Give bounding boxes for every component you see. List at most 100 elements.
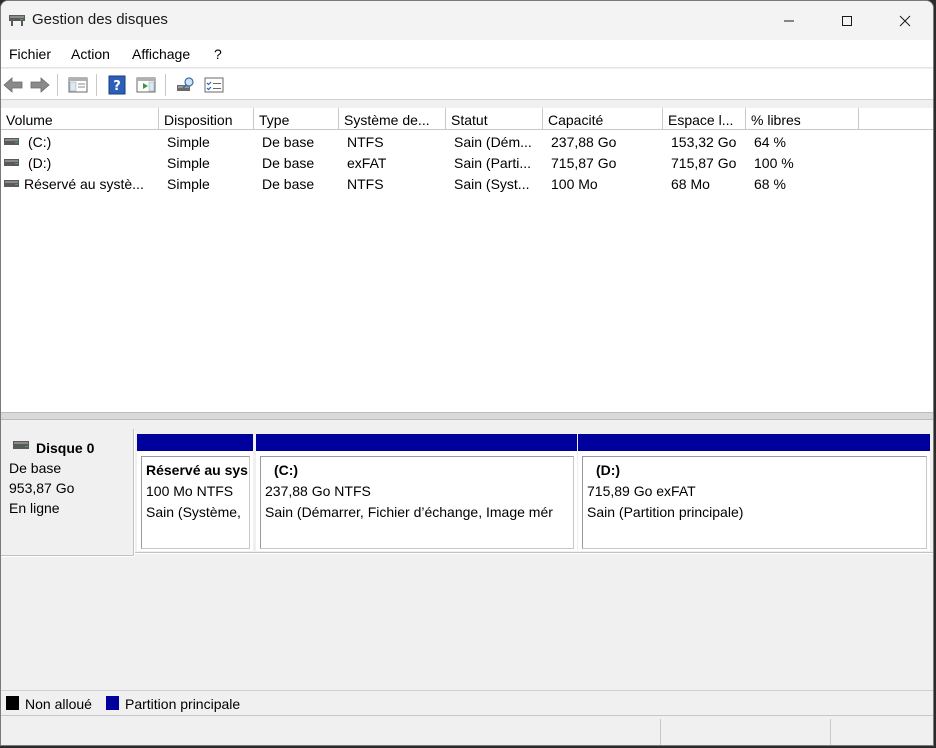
partition-c[interactable]: (C:) 237,88 Go NTFS Sain (Démarrer, Fich… — [256, 434, 577, 551]
partition-name: Réservé au sys — [146, 462, 248, 478]
volume-capacity: 237,88 Go — [551, 134, 617, 150]
partition-size: 237,88 Go NTFS — [265, 483, 371, 499]
disk-label[interactable]: Disque 0 De base 953,87 Go En ligne — [1, 429, 134, 556]
column-header-free-space[interactable]: Espace l... — [663, 108, 746, 130]
volume-name: Réservé au systè... — [24, 176, 144, 192]
rescan-disks-icon[interactable] — [174, 74, 196, 96]
volume-disposition: Simple — [167, 155, 210, 171]
disk-graphical-view: Disque 0 De base 953,87 Go En ligne Rése… — [1, 420, 933, 690]
menu-affichage[interactable]: Affichage — [132, 46, 190, 62]
legend-label-primary: Partition principale — [125, 696, 241, 712]
close-icon — [899, 15, 911, 26]
partition-status: Sain (Partition principale) — [587, 504, 744, 520]
volume-filesystem: exFAT — [347, 155, 387, 171]
column-header-empty — [859, 108, 933, 130]
table-row[interactable]: Réservé au systè... Simple De base NTFS … — [1, 174, 933, 195]
volume-percent-free: 100 % — [754, 155, 794, 171]
disk-icon — [13, 441, 29, 449]
column-header-status[interactable]: Statut — [446, 108, 543, 130]
back-icon[interactable] — [2, 74, 24, 96]
column-header-type[interactable]: Type — [254, 108, 339, 130]
volume-disposition: Simple — [167, 134, 210, 150]
disk-size: 953,87 Go — [9, 480, 75, 496]
partition-bar — [137, 434, 253, 451]
svg-text:?: ? — [113, 79, 121, 94]
volume-type: De base — [262, 155, 315, 171]
partition-name: (D:) — [596, 462, 621, 478]
partition-status: Sain (Démarrer, Fichier d’échange, Image… — [265, 504, 553, 520]
volume-capacity: 100 Mo — [551, 176, 598, 192]
maximize-button[interactable] — [818, 1, 876, 40]
partition-bar — [578, 434, 930, 451]
drive-icon — [4, 180, 19, 187]
partition-details: Réservé au sys 100 Mo NTFS Sain (Système… — [141, 456, 250, 549]
volume-status: Sain (Dém... — [454, 134, 532, 150]
volume-percent-free: 68 % — [754, 176, 786, 192]
partition-d[interactable]: (D:) 715,89 Go exFAT Sain (Partition pri… — [578, 434, 930, 551]
column-header-capacity[interactable]: Capacité — [543, 108, 663, 130]
volume-status: Sain (Syst... — [454, 176, 530, 192]
toolbar-separator — [57, 74, 58, 96]
disk-state: En ligne — [9, 500, 60, 516]
volume-filesystem: NTFS — [347, 176, 384, 192]
column-header-percent-free[interactable]: % libres — [746, 108, 859, 130]
volume-capacity: 715,87 Go — [551, 155, 617, 171]
menu-help[interactable]: ? — [214, 46, 222, 62]
properties-icon[interactable] — [203, 74, 225, 96]
menu-bar: Fichier Action Affichage ? — [1, 40, 933, 68]
legend-swatch-unallocated — [6, 696, 19, 710]
drive-icon — [4, 138, 19, 145]
volume-type: De base — [262, 176, 315, 192]
partition-name: (C:) — [274, 462, 299, 478]
column-header-volume[interactable]: Volume — [1, 108, 159, 130]
partition-details: (C:) 237,88 Go NTFS Sain (Démarrer, Fich… — [260, 456, 574, 549]
maximize-icon — [842, 15, 852, 26]
disk-management-window: Gestion des disques Fichier Action Affic… — [0, 0, 934, 746]
partition-bar — [256, 434, 577, 451]
status-separator — [660, 719, 661, 745]
toolbar-separator — [165, 74, 166, 96]
legend: Non alloué Partition principale — [1, 690, 933, 714]
status-bar — [1, 715, 933, 745]
partition-reserved[interactable]: Réservé au sys 100 Mo NTFS Sain (Système… — [137, 434, 253, 551]
volume-free-space: 68 Mo — [671, 176, 710, 192]
forward-icon[interactable] — [29, 74, 51, 96]
toolbar: ? — [1, 69, 933, 100]
partition-size: 715,89 Go exFAT — [587, 483, 696, 499]
pane-splitter[interactable] — [1, 412, 933, 420]
table-row[interactable]: (D:) Simple De base exFAT Sain (Parti...… — [1, 153, 933, 174]
volume-free-space: 715,87 Go — [671, 155, 737, 171]
volume-name: (D:) — [28, 155, 52, 171]
table-row[interactable]: (C:) Simple De base NTFS Sain (Dém... 23… — [1, 132, 933, 153]
close-button[interactable] — [876, 1, 933, 40]
help-icon[interactable]: ? — [106, 74, 128, 96]
action-pane-icon[interactable] — [135, 74, 157, 96]
volume-percent-free: 64 % — [754, 134, 786, 150]
legend-label-unallocated: Non alloué — [25, 696, 92, 712]
volume-status: Sain (Parti... — [454, 155, 532, 171]
partition-details: (D:) 715,89 Go exFAT Sain (Partition pri… — [582, 456, 927, 549]
column-header-filesystem[interactable]: Système de... — [339, 108, 446, 130]
console-tree-icon[interactable] — [67, 74, 89, 96]
volume-list: Volume Disposition Type Système de... St… — [1, 108, 933, 412]
drive-icon — [4, 159, 19, 166]
menu-fichier[interactable]: Fichier — [9, 46, 51, 62]
status-separator — [830, 719, 831, 745]
column-header-disposition[interactable]: Disposition — [159, 108, 254, 130]
title-bar[interactable]: Gestion des disques — [1, 1, 933, 40]
volume-disposition: Simple — [167, 176, 210, 192]
volume-free-space: 153,32 Go — [671, 134, 737, 150]
window-title: Gestion des disques — [32, 11, 168, 28]
legend-swatch-primary — [106, 696, 119, 710]
disk-name: Disque 0 — [36, 440, 95, 456]
minimize-button[interactable] — [760, 1, 818, 40]
partition-status: Sain (Système, — [146, 504, 241, 520]
minimize-icon — [784, 20, 794, 21]
toolbar-separator — [96, 74, 97, 96]
disk-management-app-icon — [9, 15, 25, 26]
partition-size: 100 Mo NTFS — [146, 483, 234, 499]
disk-row-border — [135, 552, 933, 554]
menu-action[interactable]: Action — [71, 46, 110, 62]
volume-name: (C:) — [28, 134, 52, 150]
disk-type: De base — [9, 460, 62, 476]
